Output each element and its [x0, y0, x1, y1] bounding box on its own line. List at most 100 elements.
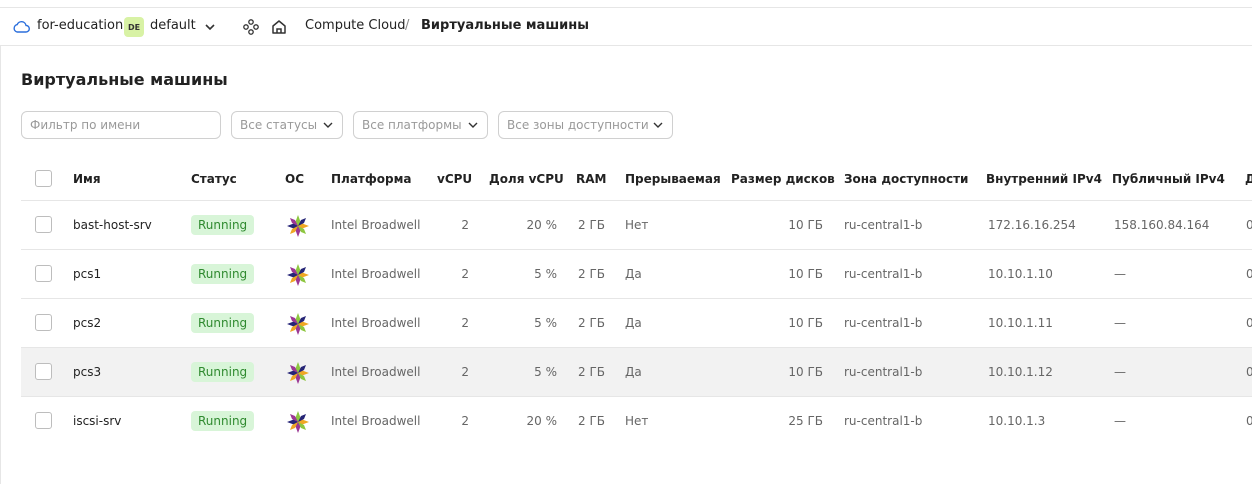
row-checkbox[interactable] [35, 363, 52, 380]
top-header: for-education DE default Compute Cloud /… [0, 8, 1252, 46]
ram-cell: 2 ГБ [578, 316, 605, 330]
vcpu-cell: 2 [461, 414, 469, 428]
preemptible-cell: Нет [625, 218, 649, 232]
vm-name[interactable]: pcs3 [73, 365, 101, 379]
table-row[interactable]: iscsi-srv Running Intel Broadwell 2 20 % 2 ГБ… [21, 396, 1252, 445]
vcpu-cell: 2 [461, 267, 469, 281]
breadcrumb-separator: / [405, 18, 410, 33]
next-column-cell: 0 [1246, 316, 1252, 330]
home-icon[interactable] [270, 18, 288, 36]
vcpu-share-cell: 5 % [534, 365, 557, 379]
centos-icon [287, 362, 309, 384]
disk-size-cell: 10 ГБ [788, 316, 823, 330]
column-header-ram[interactable]: RAM [576, 172, 606, 186]
internal-ip-cell: 10.10.1.12 [988, 365, 1053, 379]
column-header-vcpu[interactable]: vCPU [437, 172, 472, 186]
vm-name[interactable]: pcs2 [73, 316, 101, 330]
column-header-name[interactable]: Имя [73, 172, 101, 186]
table-row[interactable]: pcs1 Running Intel Broadwell 2 5 % 2 ГБ Да 10 Г… [21, 249, 1252, 298]
column-header-vcpu-share[interactable]: Доля vCPU [489, 172, 564, 186]
platform-cell: Intel Broadwell [331, 267, 421, 281]
status-badge: Running [191, 264, 255, 284]
disk-size-cell: 25 ГБ [788, 414, 823, 428]
public-ip-cell: — [1114, 365, 1126, 379]
platform-filter-select[interactable]: Все платформы [353, 111, 488, 139]
chevron-down-icon [468, 122, 478, 128]
internal-ip-cell: 10.10.1.11 [988, 316, 1053, 330]
row-checkbox[interactable] [35, 412, 52, 429]
disk-size-cell: 10 ГБ [788, 365, 823, 379]
table-row[interactable]: pcs3 Running Intel Broadwell 2 5 % 2 ГБ Да 10 Г… [21, 347, 1252, 396]
preemptible-cell: Да [625, 267, 642, 281]
public-ip-cell: — [1114, 316, 1126, 330]
column-header-next[interactable]: Д [1245, 172, 1252, 186]
vcpu-share-cell: 20 % [526, 414, 558, 428]
platform-cell: Intel Broadwell [331, 316, 421, 330]
ram-cell: 2 ГБ [578, 218, 605, 232]
ram-cell: 2 ГБ [578, 414, 605, 428]
platform-filter-label: Все платформы [362, 118, 462, 132]
column-header-disk-size[interactable]: Размер дисков [731, 172, 835, 186]
vm-name[interactable]: iscsi-srv [73, 414, 121, 428]
vcpu-cell: 2 [461, 316, 469, 330]
disk-size-cell: 10 ГБ [788, 267, 823, 281]
column-header-os[interactable]: ОС [285, 172, 304, 186]
status-badge: Running [191, 411, 255, 431]
chevron-down-icon [323, 122, 333, 128]
zone-filter-label: Все зоны доступности [507, 118, 649, 132]
column-header-preemptible[interactable]: Прерываемая [625, 172, 721, 186]
next-column-cell: 0 [1246, 267, 1252, 281]
platform-cell: Intel Broadwell [331, 218, 421, 232]
column-header-platform[interactable]: Платформа [331, 172, 412, 186]
column-header-zone[interactable]: Зона доступности [844, 172, 968, 186]
name-filter-input[interactable] [21, 111, 221, 139]
vcpu-cell: 2 [461, 365, 469, 379]
row-checkbox[interactable] [35, 314, 52, 331]
cloud-badge: DE [124, 17, 144, 37]
breadcrumb-service[interactable]: Compute Cloud [305, 18, 406, 33]
status-filter-select[interactable]: Все статусы [231, 111, 343, 139]
left-divider [0, 46, 1, 484]
vcpu-share-cell: 20 % [526, 218, 558, 232]
zone-cell: ru-central1-b [844, 218, 923, 232]
row-checkbox[interactable] [35, 265, 52, 282]
cloud-name[interactable]: default [150, 18, 196, 33]
services-icon[interactable] [242, 18, 260, 36]
disk-size-cell: 10 ГБ [788, 218, 823, 232]
centos-icon [287, 264, 309, 286]
page-title: Виртуальные машины [21, 70, 228, 89]
preemptible-cell: Да [625, 316, 642, 330]
vcpu-share-cell: 5 % [534, 267, 557, 281]
preemptible-cell: Да [625, 365, 642, 379]
internal-ip-cell: 172.16.16.254 [988, 218, 1076, 232]
centos-icon [287, 313, 309, 335]
next-column-cell: 0 [1246, 218, 1252, 232]
breadcrumb-current: Виртуальные машины [421, 18, 589, 33]
column-header-internal-ip[interactable]: Внутренний IPv4 [986, 172, 1102, 186]
platform-cell: Intel Broadwell [331, 414, 421, 428]
chevron-down-icon [653, 122, 663, 128]
vm-name[interactable]: pcs1 [73, 267, 101, 281]
zone-filter-select[interactable]: Все зоны доступности [498, 111, 673, 139]
select-all-checkbox[interactable] [35, 170, 52, 187]
next-column-cell: 0 [1246, 414, 1252, 428]
column-header-status[interactable]: Статус [191, 172, 237, 186]
cloud-icon [13, 20, 30, 33]
status-filter-label: Все статусы [240, 118, 318, 132]
next-column-cell: 0 [1246, 365, 1252, 379]
row-checkbox[interactable] [35, 216, 52, 233]
public-ip-cell: — [1114, 414, 1126, 428]
table-row[interactable]: bast-host-srv Running Intel Broadwell 2 20 %… [21, 200, 1252, 249]
public-ip-cell: — [1114, 267, 1126, 281]
chevron-down-icon[interactable] [203, 20, 217, 34]
vcpu-share-cell: 5 % [534, 316, 557, 330]
internal-ip-cell: 10.10.1.10 [988, 267, 1053, 281]
status-badge: Running [191, 215, 255, 235]
vm-name[interactable]: bast-host-srv [73, 218, 152, 232]
column-header-public-ip[interactable]: Публичный IPv4 [1112, 172, 1225, 186]
ram-cell: 2 ГБ [578, 365, 605, 379]
preemptible-cell: Нет [625, 414, 649, 428]
zone-cell: ru-central1-b [844, 414, 923, 428]
table-row[interactable]: pcs2 Running Intel Broadwell 2 5 % 2 ГБ Да 10 Г… [21, 298, 1252, 347]
folder-name[interactable]: for-education [37, 18, 123, 33]
